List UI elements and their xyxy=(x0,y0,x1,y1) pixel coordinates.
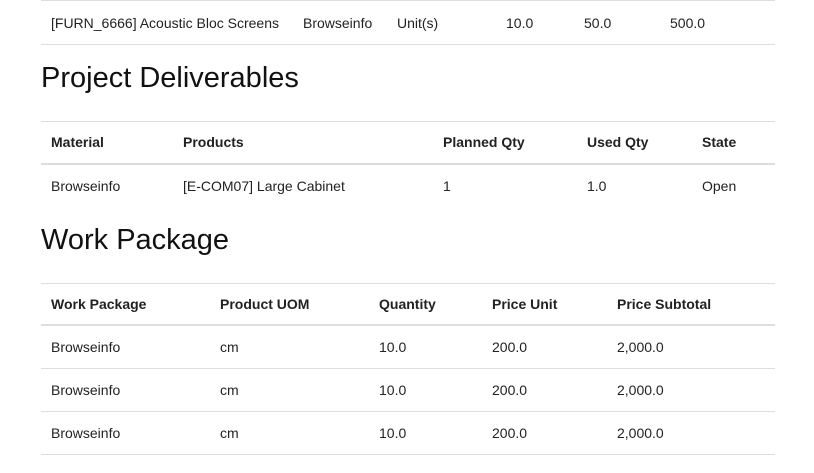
table-cell: 10.0 xyxy=(369,411,482,455)
column-header: Products xyxy=(173,121,433,165)
table-header-row: Material Products Planned Qty Used Qty S… xyxy=(41,121,775,165)
table-cell: Open xyxy=(702,177,737,194)
table-cell: 2,000.0 xyxy=(607,368,775,412)
table-cell: 10.0 xyxy=(369,325,482,369)
previous-lines-table: [FURN_6666] Acoustic Bloc Screens Browse… xyxy=(41,0,775,45)
table-cell: 1 xyxy=(443,177,451,194)
qty-cell: 10.0 xyxy=(496,0,574,45)
subtotal-cell: 500.0 xyxy=(660,0,775,45)
column-header: Price Subtotal xyxy=(607,283,775,326)
table-row: Browseinfo cm 10.0 200.0 2,000.0 xyxy=(41,368,775,412)
table-cell: 1.0 xyxy=(587,177,607,194)
work-package-section-title: Work Package xyxy=(41,207,775,283)
table-cell: Browseinfo xyxy=(41,368,210,412)
table-row: Browseinfo cm 10.0 200.0 2,000.0 xyxy=(41,325,775,369)
column-header: Work Package xyxy=(41,283,210,326)
table-header-row: Work Package Product UOM Quantity Price … xyxy=(41,283,775,326)
price-cell: 50.0 xyxy=(574,0,660,45)
table-cell: Browseinfo xyxy=(41,325,210,369)
table-cell: Browseinfo xyxy=(51,177,121,194)
report-page: [FURN_6666] Acoustic Bloc Screens Browse… xyxy=(41,0,775,455)
table-cell: 200.0 xyxy=(482,411,607,455)
table-cell: 2,000.0 xyxy=(607,411,775,455)
deliverables-section-title: Project Deliverables xyxy=(41,45,775,121)
table-cell: 200.0 xyxy=(482,325,607,369)
column-header: Price Unit xyxy=(482,283,607,326)
table-cell: cm xyxy=(210,411,369,455)
table-cell: 10.0 xyxy=(369,368,482,412)
product-cell: [FURN_6666] Acoustic Bloc Screens xyxy=(41,0,293,45)
column-header: Used Qty xyxy=(577,121,692,165)
work-package-table: Work Package Product UOM Quantity Price … xyxy=(41,282,775,455)
table-cell: cm xyxy=(210,368,369,412)
table-row: Browseinfo [E-COM07] Large Cabinet 1 1.0… xyxy=(41,164,775,207)
table-row: [FURN_6666] Acoustic Bloc Screens Browse… xyxy=(41,0,775,45)
uom-cell: Unit(s) xyxy=(387,0,496,45)
section-heading: Project Deliverables xyxy=(41,62,299,94)
deliverables-table: Material Products Planned Qty Used Qty S… xyxy=(41,121,775,207)
material-cell: Browseinfo xyxy=(293,0,387,45)
table-cell: cm xyxy=(210,325,369,369)
column-header: Material xyxy=(41,121,173,165)
table-cell: 200.0 xyxy=(482,368,607,412)
column-header: Planned Qty xyxy=(433,121,577,165)
table-cell: Browseinfo xyxy=(41,411,210,455)
table-row: Browseinfo cm 10.0 200.0 2,000.0 xyxy=(41,411,775,455)
table-cell: 2,000.0 xyxy=(607,325,775,369)
column-header: State xyxy=(692,121,775,165)
table-cell: [E-COM07] Large Cabinet xyxy=(183,177,345,194)
column-header: Quantity xyxy=(369,283,482,326)
column-header: Product UOM xyxy=(210,283,369,326)
section-heading: Work Package xyxy=(41,223,230,256)
